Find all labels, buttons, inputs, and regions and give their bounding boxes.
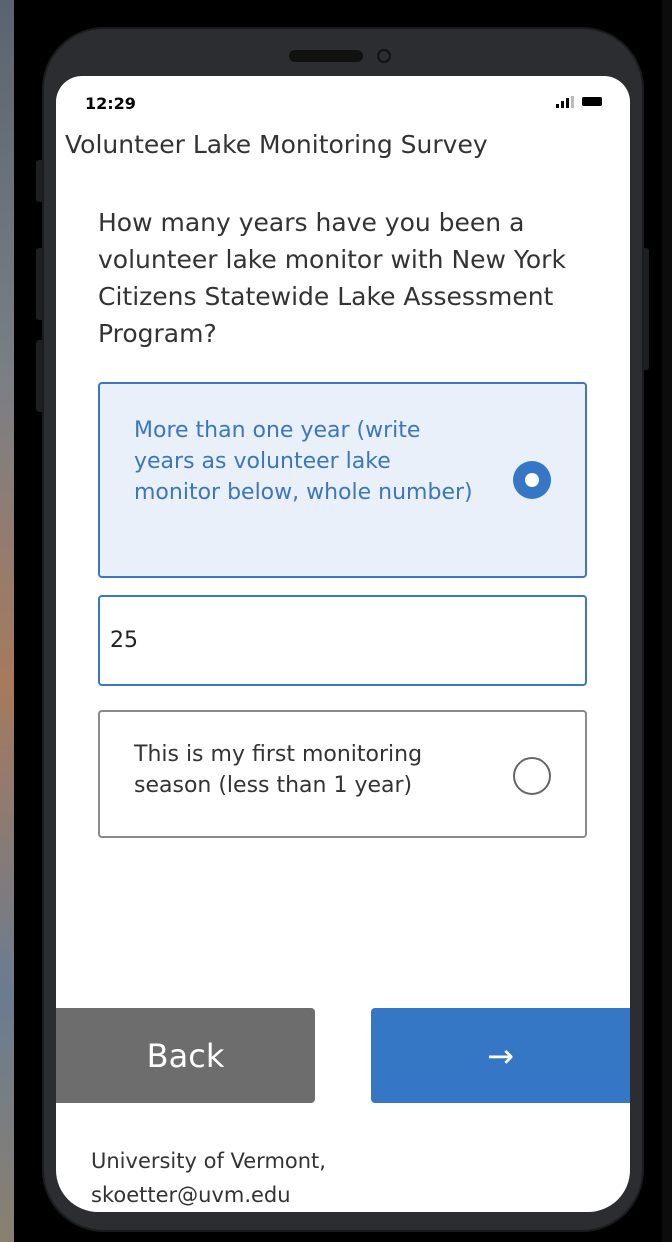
footer: University of Vermont, skoetter@uvm.edu bbox=[91, 1144, 491, 1212]
radio-unselected-icon[interactable] bbox=[513, 757, 551, 795]
status-icons bbox=[556, 96, 602, 108]
app-title: Volunteer Lake Monitoring Survey bbox=[65, 130, 488, 159]
background-right bbox=[662, 0, 672, 1242]
background-left bbox=[0, 0, 14, 1242]
status-time: 12:29 bbox=[85, 94, 136, 113]
footer-institution: University of Vermont, bbox=[91, 1149, 326, 1173]
option-first-season[interactable]: This is my first monitoring season (less… bbox=[98, 710, 587, 838]
years-input[interactable] bbox=[98, 595, 587, 686]
battery-icon bbox=[582, 97, 602, 106]
question-text: How many years have you been a volunteer… bbox=[98, 208, 566, 348]
next-button[interactable]: → bbox=[371, 1008, 630, 1103]
option-label: More than one year (write years as volun… bbox=[134, 418, 473, 505]
footer-email: skoetter@uvm.edu bbox=[91, 1183, 291, 1207]
speaker-grille bbox=[289, 50, 363, 62]
option-more-than-one-year[interactable]: More than one year (write years as volun… bbox=[98, 382, 587, 578]
radio-selected-icon[interactable] bbox=[513, 461, 551, 499]
signal-icon bbox=[556, 96, 574, 108]
option-label: This is my first monitoring season (less… bbox=[134, 742, 423, 798]
back-button[interactable]: Back bbox=[56, 1008, 315, 1103]
camera-icon bbox=[377, 49, 391, 63]
phone-screen: 12:29 Volunteer Lake Monitoring Survey H… bbox=[56, 76, 630, 1212]
